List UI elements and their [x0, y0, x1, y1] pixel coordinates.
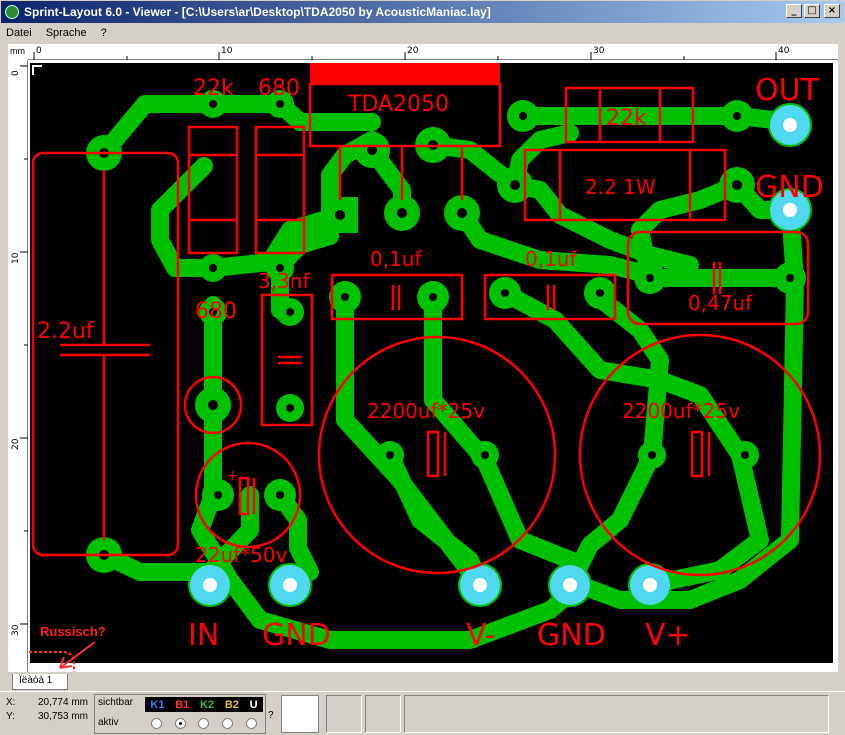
ruler-top-label: 0 — [36, 46, 42, 56]
active-b2-radio[interactable] — [222, 717, 234, 729]
ruler-unit: mm — [8, 44, 28, 60]
svg-text:+: + — [227, 468, 239, 484]
label-ic: TDA2050 — [347, 92, 449, 117]
menu-sprache[interactable]: Sprache — [46, 27, 87, 39]
active-k1-radio[interactable] — [151, 717, 163, 729]
x-value: 20,774 mm — [37, 697, 88, 708]
pcb-canvas[interactable]: 22k 680 TDA2050 22k 2.2 1W OUT GND 2.2uf… — [3, 60, 838, 695]
label-out: OUT — [755, 73, 820, 108]
label-vminus: V- — [466, 618, 496, 653]
help-mark[interactable]: ? — [268, 710, 274, 721]
layer-b2-toggle[interactable]: B2 — [225, 699, 239, 711]
y-value: 30,753 mm — [37, 711, 88, 722]
ruler-left-label: 10 — [11, 252, 21, 264]
status-panel — [365, 695, 401, 733]
label-c-22u: 22uf*50v — [195, 543, 288, 567]
layer-k2-toggle[interactable]: K2 — [200, 699, 214, 711]
label-r2: 680 — [258, 76, 300, 101]
ruler-top: 0 10 20 30 40 — [28, 44, 838, 60]
label-c-2u2: 2.2uf — [37, 319, 95, 344]
minimize-button[interactable]: _ — [786, 4, 802, 18]
layer-u-toggle[interactable]: U — [250, 699, 258, 711]
menu-help[interactable]: ? — [101, 27, 107, 39]
ruler-left-label: 0 — [11, 70, 21, 76]
label-c-01b: 0,1uf — [525, 247, 577, 271]
label-c-047: 0,47uf — [688, 291, 753, 315]
label-c-2200b: 2200uf*25v — [622, 399, 740, 423]
label-gnd-pwr: GND — [537, 618, 606, 653]
label-r4: 2.2 1W — [585, 175, 656, 199]
menu-bar: Datei Sprache ? — [0, 24, 845, 42]
close-button[interactable]: × — [824, 4, 840, 18]
active-label: aktiv — [98, 717, 119, 728]
label-gnd-in: GND — [262, 618, 331, 653]
active-b1-radio[interactable] — [174, 717, 186, 729]
label-c-2200a: 2200uf*25v — [367, 399, 485, 423]
annotation-text: Russisch? — [40, 624, 106, 639]
tab-board-1[interactable]: Ïëàòà 1 — [12, 674, 68, 690]
label-r5: 680 — [195, 299, 237, 324]
ruler-top-label: 20 — [407, 46, 419, 56]
active-k2-radio[interactable] — [198, 717, 210, 729]
layer-panel: sichtbar aktiv K1 B1 K2 B2 U — [94, 694, 266, 734]
maximize-button[interactable]: □ — [804, 4, 820, 18]
ruler-left-label: 20 — [11, 438, 21, 450]
active-u-radio[interactable] — [245, 717, 257, 729]
layer-b1-toggle[interactable]: B1 — [175, 699, 189, 711]
label-gnd-top: GND — [755, 170, 824, 205]
label-r1: 22k — [193, 76, 234, 101]
label-in: IN — [188, 618, 219, 653]
ruler-top-label: 10 — [221, 46, 233, 56]
label-vplus: V+ — [645, 618, 691, 653]
title-bar: Sprint-Layout 6.0 - Viewer - [C:\Users\a… — [0, 0, 845, 24]
label-r3: 22k — [606, 106, 647, 131]
app-icon — [5, 5, 19, 19]
ruler-left-label: 30 — [11, 624, 21, 636]
status-panel — [404, 695, 829, 733]
ruler-top-label: 30 — [593, 46, 605, 56]
coordinate-readout: X: 20,774 mm Y: 30,753 mm — [6, 696, 88, 724]
menu-datei[interactable]: Datei — [6, 27, 32, 39]
tab-strip — [0, 672, 845, 690]
layer-k1-toggle[interactable]: K1 — [150, 699, 164, 711]
status-bar: X: 20,774 mm Y: 30,753 mm sichtbar aktiv K… — [0, 691, 845, 735]
y-label: Y: — [6, 711, 15, 722]
visible-label: sichtbar — [98, 697, 134, 708]
window-title: Sprint-Layout 6.0 - Viewer - [C:\Users\a… — [24, 5, 491, 19]
label-c-3n3: 3,3nf — [258, 269, 310, 293]
ruler-top-label: 40 — [778, 46, 790, 56]
status-panel — [326, 695, 362, 733]
color-swatch — [281, 695, 319, 733]
x-label: X: — [6, 697, 16, 708]
ruler-left: 0 10 20 30 — [8, 60, 28, 672]
label-c-01a: 0,1uf — [370, 247, 422, 271]
